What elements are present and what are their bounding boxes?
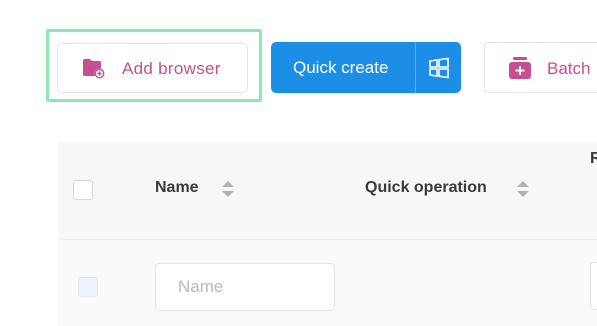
quick-create-split-button: Quick create	[271, 42, 461, 93]
sort-arrows-icon[interactable]	[221, 179, 235, 199]
name-filter-input[interactable]	[155, 263, 335, 311]
add-browser-button[interactable]: Add browser	[57, 43, 248, 93]
folder-plus-icon	[82, 58, 106, 80]
row-checkbox[interactable]	[78, 277, 98, 297]
quick-create-button[interactable]: Quick create	[271, 42, 415, 93]
batch-button[interactable]: Batch	[484, 42, 597, 93]
select-all-checkbox[interactable]	[73, 180, 93, 200]
batch-label: Batch	[547, 59, 591, 78]
quick-create-label: Quick create	[293, 58, 389, 77]
partial-filter-input[interactable]	[590, 262, 597, 310]
add-browser-label: Add browser	[122, 59, 221, 78]
toolbar: Add browser Quick create Batch	[0, 0, 597, 120]
stack-plus-icon	[508, 56, 532, 85]
column-header-partial[interactable]: R	[590, 150, 597, 168]
table-row	[58, 240, 597, 326]
column-header-name[interactable]: Name	[155, 179, 199, 197]
add-browser-focus-ring: Add browser	[46, 29, 262, 102]
column-header-quick-operation[interactable]: Quick operation	[365, 179, 487, 197]
sort-arrows-icon[interactable]	[516, 179, 530, 199]
browser-table: Name Quick operation R	[58, 142, 597, 326]
quick-layout-button[interactable]	[416, 42, 461, 93]
table-header: Name Quick operation R	[58, 142, 597, 240]
